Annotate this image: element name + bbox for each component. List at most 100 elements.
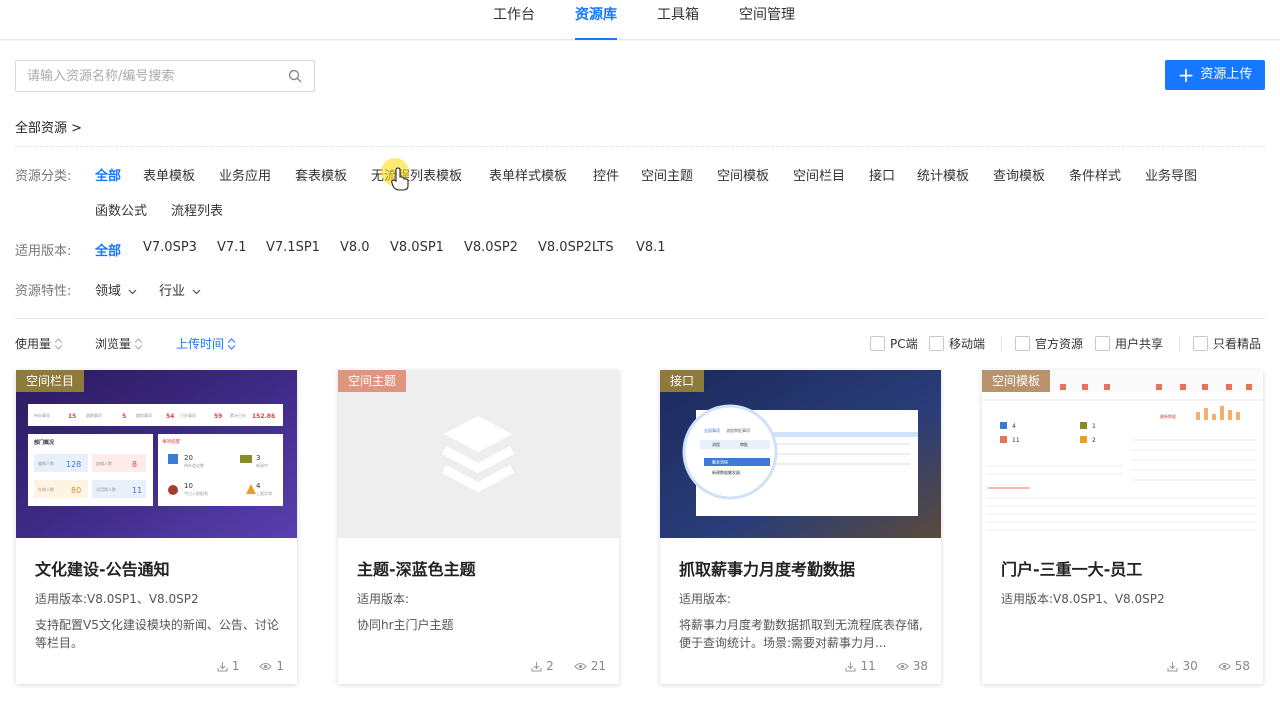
eye-icon <box>896 662 909 670</box>
card-title[interactable]: 文化建设-公告通知 <box>35 556 170 580</box>
preview-item-label: 待办会议数 <box>184 462 204 468</box>
tab-space-management[interactable]: 空间管理 <box>739 0 795 40</box>
category-form-style-template[interactable]: 表单样式模板 <box>489 165 567 184</box>
preview-item-value: 4 <box>256 482 261 490</box>
divider <box>15 318 1265 319</box>
category-query-template[interactable]: 查询模板 <box>993 165 1045 184</box>
resource-card[interactable]: 待办事项 15 超期事项 5 跟踪事项 54 已办事项 59 累计已办 152.… <box>16 370 297 684</box>
resource-card[interactable]: 4 11 1 2 最新数据 空间模板 门户-三重一大-员工 适用版本:V8.0S… <box>982 370 1263 684</box>
sort-usage-label: 使用量 <box>15 337 52 351</box>
upload-resource-button[interactable]: + 资源上传 <box>1165 60 1265 90</box>
version-v70sp3[interactable]: V7.0SP3 <box>143 240 197 255</box>
preview-menu: 流程 <box>712 441 720 447</box>
version-v80sp2[interactable]: V8.0SP2 <box>464 240 518 255</box>
version-v80sp2lts[interactable]: V8.0SP2LTS <box>538 240 614 255</box>
checkbox-box <box>870 336 885 351</box>
card-description: 支持配置V5文化建设模块的新闻、公告、讨论等栏目。 <box>35 618 279 650</box>
sort-upload-time-label: 上传时间 <box>176 337 225 351</box>
view-count: 1 <box>276 659 284 673</box>
preview-item-value: 20 <box>184 454 193 462</box>
sort-by-usage[interactable]: 使用量 <box>15 335 63 352</box>
upload-resource-label: 资源上传 <box>1200 67 1253 82</box>
industry-dropdown[interactable]: 行业 <box>159 280 201 299</box>
category-interface[interactable]: 接口 <box>869 165 895 184</box>
preview-stat-value: 5 <box>122 413 126 420</box>
preview-tab: 流程审批事项 <box>726 427 750 433</box>
category-business-map[interactable]: 业务导图 <box>1145 165 1197 184</box>
premium-only-label: 只看精品 <box>1213 337 1262 351</box>
mobile-checkbox-label: 移动端 <box>949 337 986 351</box>
category-all[interactable]: 全部 <box>95 165 121 184</box>
preview-stat-label: 累计已办 <box>230 412 246 418</box>
card-version: 适用版本: <box>679 592 732 606</box>
search-box <box>15 60 315 92</box>
version-v81[interactable]: V8.1 <box>636 240 666 255</box>
category-form-template[interactable]: 表单模板 <box>143 165 195 184</box>
preview-item-value: 11 <box>132 486 142 495</box>
sort-by-views[interactable]: 浏览量 <box>95 335 143 352</box>
category-control[interactable]: 控件 <box>593 165 619 184</box>
mobile-checkbox[interactable]: 移动端 <box>929 335 985 352</box>
category-space-column[interactable]: 空间栏目 <box>793 165 845 184</box>
official-resource-label: 官方资源 <box>1035 337 1084 351</box>
category-filter-label: 资源分类: <box>15 169 72 184</box>
download-count: 30 <box>1182 659 1198 673</box>
preview-section-title: 部门概况 <box>34 439 54 446</box>
preview-number: 11 <box>1012 437 1020 444</box>
card-category-badge: 空间模板 <box>982 370 1051 392</box>
tab-resource-library[interactable]: 资源库 <box>575 0 617 40</box>
preview-stat-label: 待办事项 <box>34 412 50 418</box>
premium-only-checkbox[interactable]: 只看精品 <box>1193 335 1261 352</box>
version-v80sp1[interactable]: V8.0SP1 <box>390 240 444 255</box>
card-category-badge: 空间主题 <box>338 370 407 392</box>
card-title[interactable]: 抓取薪事力月度考勤数据 <box>679 556 855 580</box>
preview-section-title: 最新数据 <box>1160 413 1176 419</box>
sort-icon <box>227 337 236 350</box>
tab-workbench[interactable]: 工作台 <box>493 0 535 40</box>
category-function-formula[interactable]: 函数公式 <box>95 200 147 219</box>
tab-toolbox[interactable]: 工具箱 <box>657 0 699 40</box>
sort-icon <box>134 337 143 350</box>
search-input[interactable] <box>16 61 276 91</box>
resource-card[interactable]: 全部事项 流程审批事项 流程 审批 触发流程 新建数据触发器 接口 抓取薪事力月… <box>660 370 941 684</box>
resource-panel: + 资源上传 全部资源 > 资源分类: 全部 表单模板 业务应用 套表模板 无流… <box>0 41 1280 720</box>
version-v80[interactable]: V8.0 <box>340 240 370 255</box>
preview-stat-label: 超期事项 <box>86 412 102 418</box>
category-condition-style[interactable]: 条件样式 <box>1069 165 1121 184</box>
card-title[interactable]: 门户-三重一大-员工 <box>1001 556 1142 580</box>
domain-dropdown[interactable]: 领域 <box>95 280 137 299</box>
pc-checkbox[interactable]: PC端 <box>870 335 918 352</box>
card-version: 适用版本:V8.0SP1、V8.0SP2 <box>35 592 199 606</box>
category-space-template[interactable]: 空间模板 <box>717 165 769 184</box>
card-category-badge: 接口 <box>660 370 705 392</box>
version-all[interactable]: 全部 <box>95 240 121 259</box>
version-v71[interactable]: V7.1 <box>217 240 247 255</box>
card-description <box>1001 616 1246 652</box>
search-icon[interactable] <box>288 69 302 87</box>
version-v71sp1[interactable]: V7.1SP1 <box>266 240 320 255</box>
resource-card[interactable]: 空间主题 主题-深蓝色主题 适用版本: 协同hr主门户主题 2 21 <box>338 370 619 684</box>
view-count: 58 <box>1234 659 1250 673</box>
user-shared-label: 用户共享 <box>1115 337 1164 351</box>
sort-views-label: 浏览量 <box>95 337 132 351</box>
preview-item-value: 80 <box>71 486 81 495</box>
card-version: 适用版本: <box>357 592 410 606</box>
official-resource-checkbox[interactable]: 官方资源 <box>1015 335 1083 352</box>
download-icon <box>1167 661 1178 671</box>
category-flow-list[interactable]: 流程列表 <box>171 200 223 219</box>
card-preview-image: 全部事项 流程审批事项 流程 审批 触发流程 新建数据触发器 <box>660 370 941 538</box>
user-shared-checkbox[interactable]: 用户共享 <box>1095 335 1163 352</box>
sort-by-upload-time[interactable]: 上传时间 <box>176 335 236 352</box>
breadcrumb[interactable]: 全部资源 > <box>15 117 82 136</box>
checkbox-box <box>929 336 944 351</box>
category-set-template[interactable]: 套表模板 <box>295 165 347 184</box>
preview-item-value: 10 <box>184 482 193 490</box>
preview-item-label: 试用期人数 <box>96 486 116 492</box>
category-stat-template[interactable]: 统计模板 <box>917 165 969 184</box>
category-business-app[interactable]: 业务应用 <box>219 165 271 184</box>
category-space-theme[interactable]: 空间主题 <box>641 165 693 184</box>
preview-stat-label: 跟踪事项 <box>136 412 152 418</box>
card-stats: 2 21 <box>531 659 606 673</box>
card-title[interactable]: 主题-深蓝色主题 <box>357 556 476 580</box>
card-description: 将薪事力月度考勤数据抓取到无流程底表存储,便于查询统计。场景:需要对薪事力月..… <box>679 618 923 650</box>
